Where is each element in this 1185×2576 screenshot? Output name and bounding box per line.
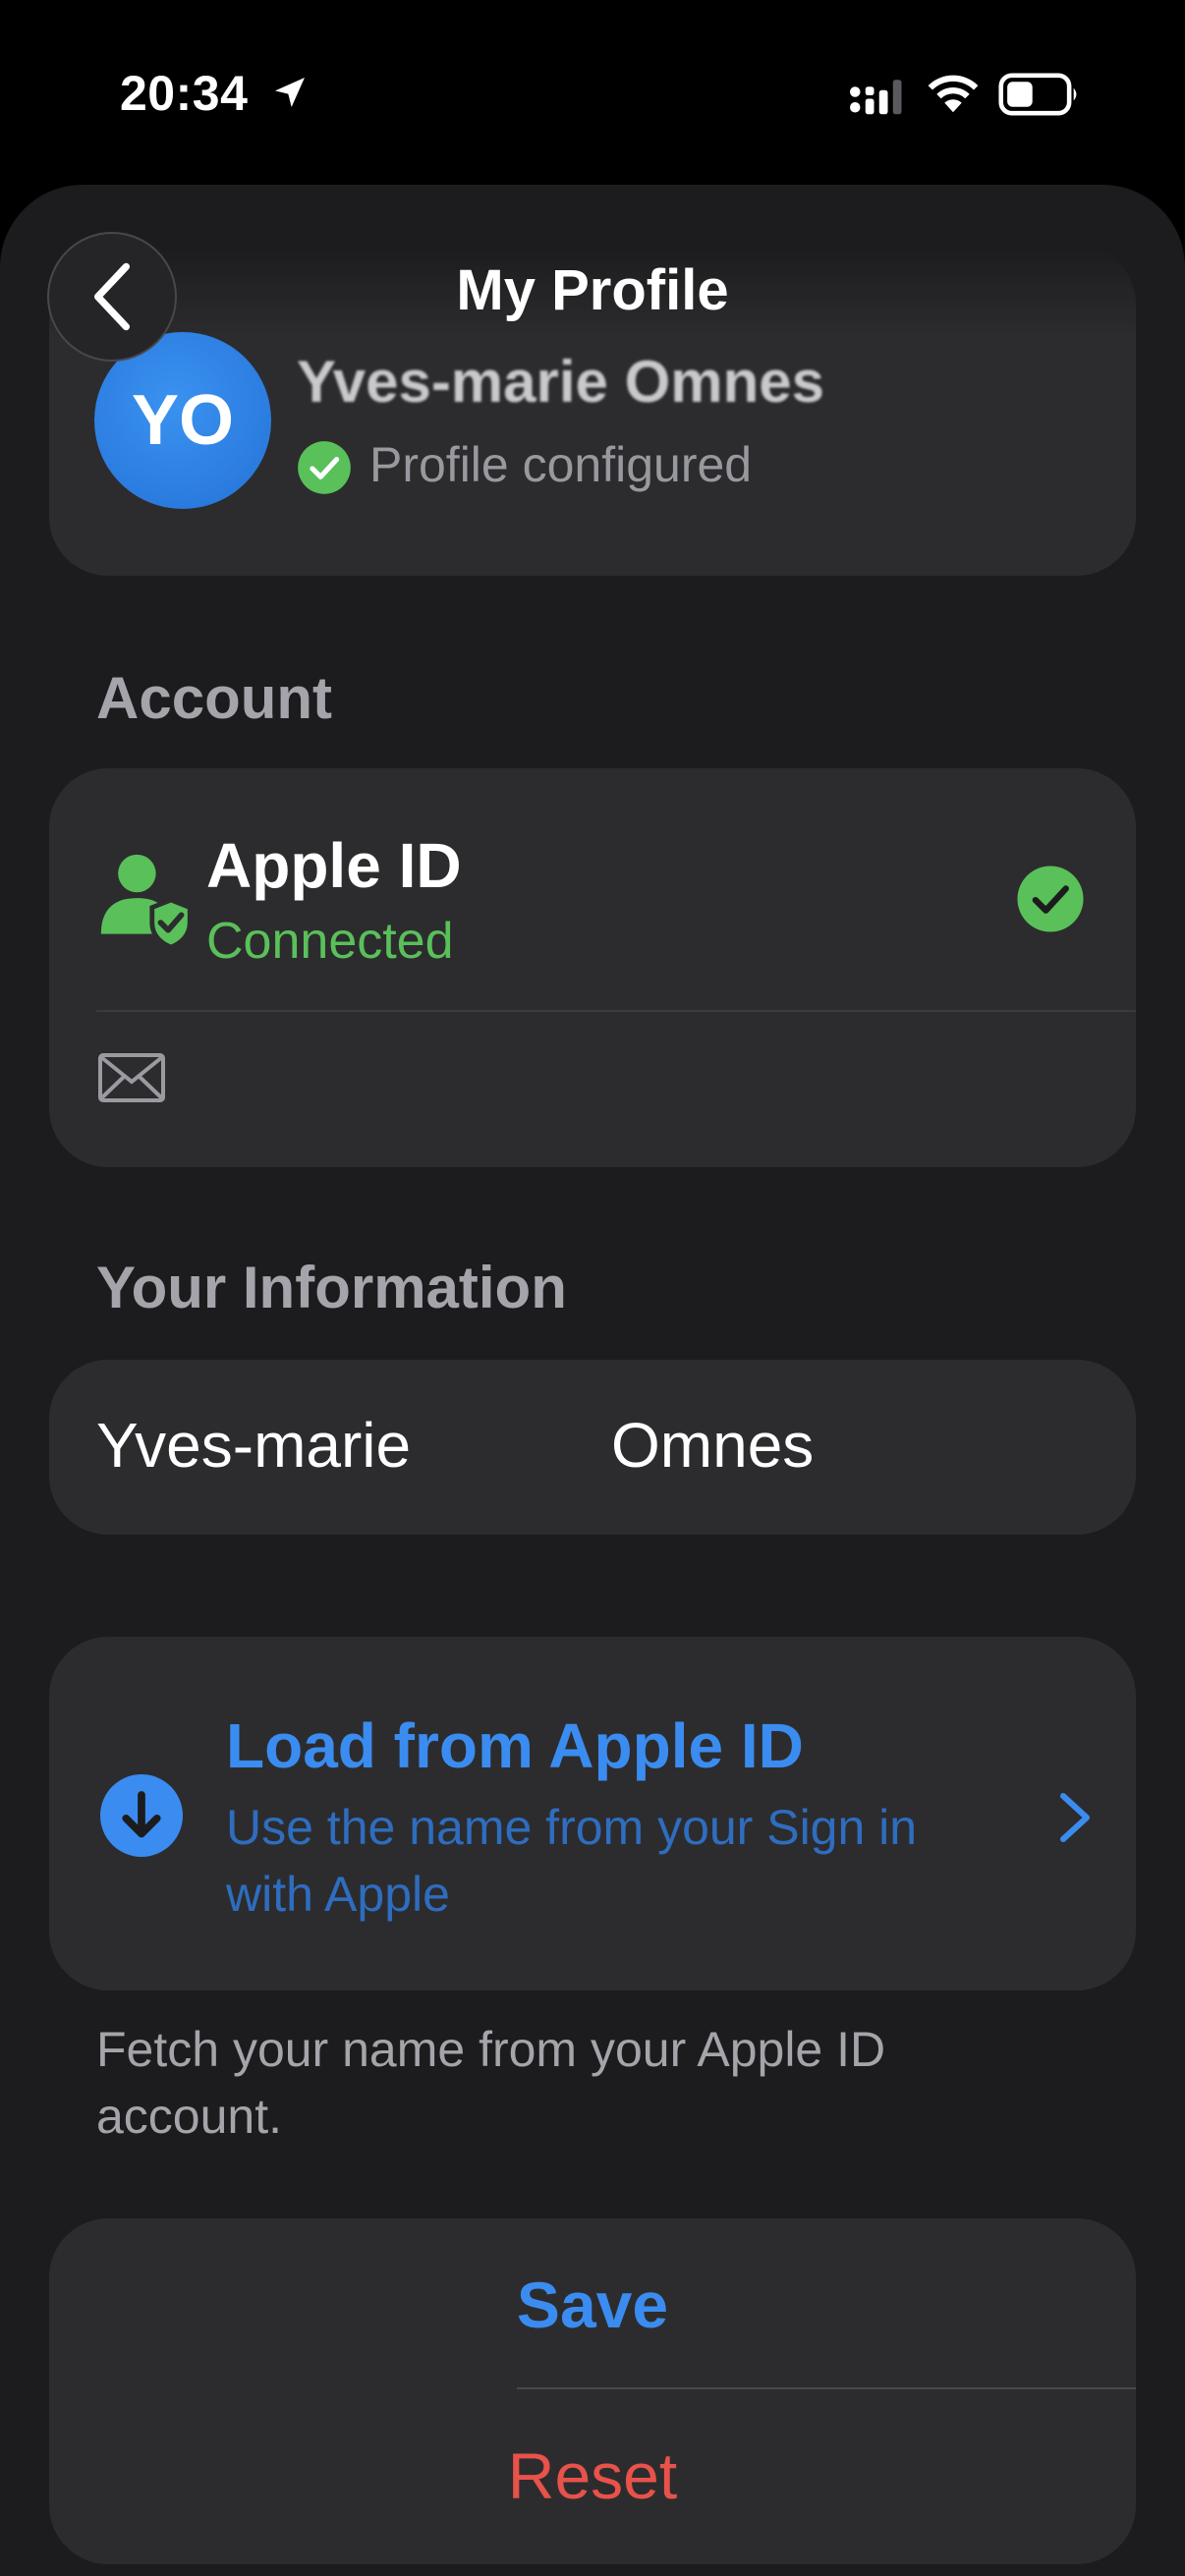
actions-card: Save Reset xyxy=(49,2218,1136,2564)
load-subtitle: Use the name from your Sign in with Appl… xyxy=(226,1800,918,1922)
status-bar: 20:34 xyxy=(0,0,1185,187)
checkmark-circle-icon xyxy=(1017,866,1084,932)
last-name-field[interactable]: Omnes xyxy=(611,1409,814,1482)
load-title: Load from Apple ID xyxy=(226,1710,804,1781)
page-title: My Profile xyxy=(456,258,729,322)
first-name-field[interactable]: Yves-marie xyxy=(96,1409,411,1482)
profile-name: Yves-marie Omnes xyxy=(297,349,824,415)
account-section-label: Account xyxy=(96,665,332,731)
account-card: Apple ID Connected xyxy=(49,768,1136,1167)
name-card: Yves-marie Omnes xyxy=(49,1360,1136,1535)
divider xyxy=(96,1010,1136,1012)
arrow-down-circle-icon xyxy=(100,1774,183,1857)
reset-button[interactable]: Reset xyxy=(49,2438,1136,2513)
save-button[interactable]: Save xyxy=(49,2268,1136,2342)
load-from-apple-id-button[interactable]: Load from Apple ID Use the name from you… xyxy=(49,1637,1136,1990)
location-arrow-icon xyxy=(275,78,305,107)
wifi-icon xyxy=(928,75,979,113)
checkmark-circle-icon xyxy=(298,441,351,494)
screen: 20:34 My Profile YO Yves-marie Omnes Pro… xyxy=(0,0,1185,2576)
status-time: 20:34 xyxy=(120,66,249,121)
battery-icon xyxy=(998,73,1077,116)
person-shield-icon xyxy=(100,854,193,949)
chevron-right-icon xyxy=(1060,1793,1090,1842)
profile-status: Profile configured xyxy=(369,437,753,492)
information-section-label: Your Information xyxy=(96,1255,567,1320)
apple-id-title: Apple ID xyxy=(206,830,462,901)
apple-id-status: Connected xyxy=(206,913,454,970)
footer-note: Fetch your name from your Apple ID accou… xyxy=(96,2022,886,2144)
cellular-signal-icon xyxy=(850,80,902,115)
envelope-icon xyxy=(98,1053,165,1102)
divider xyxy=(517,2387,1136,2389)
